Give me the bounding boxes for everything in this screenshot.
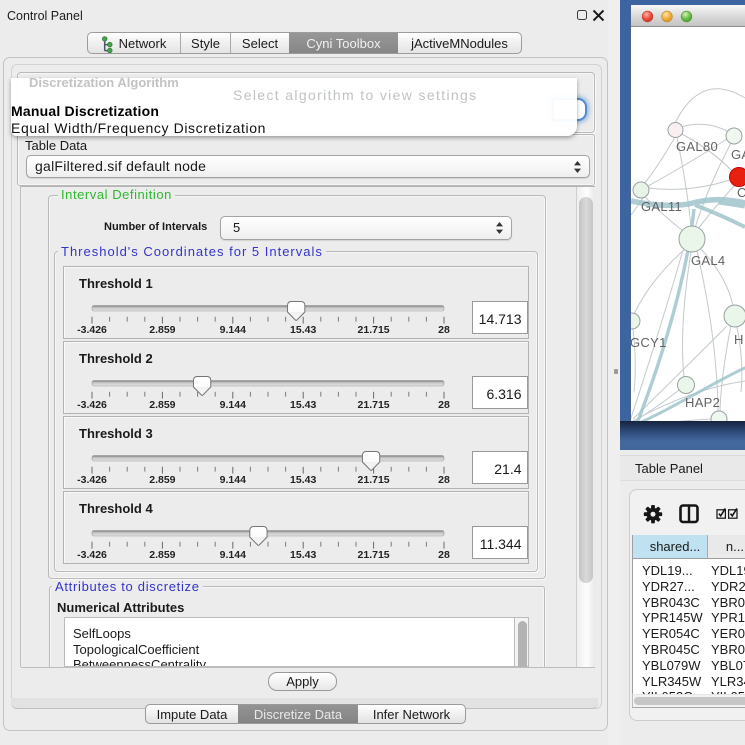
svg-text:GAL11: GAL11 (641, 199, 682, 214)
svg-text:GA: GA (731, 147, 745, 162)
svg-text:HAP2: HAP2 (685, 395, 720, 410)
svg-text:H: H (734, 332, 744, 347)
svg-text:GCY1: GCY1 (631, 335, 667, 350)
svg-text:C: C (737, 185, 745, 200)
svg-text:GAL80: GAL80 (676, 139, 718, 154)
svg-text:GAL4: GAL4 (691, 253, 725, 268)
